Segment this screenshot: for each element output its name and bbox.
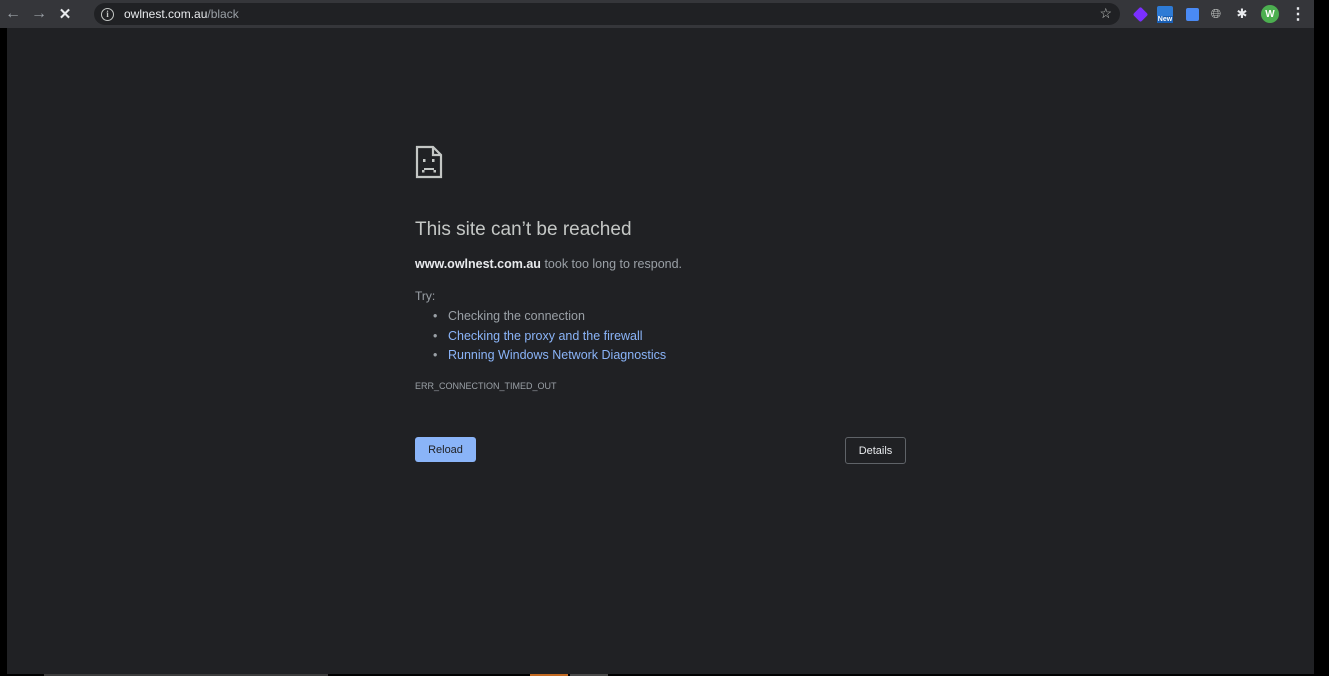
error-host: www.owlnest.com.au	[415, 257, 541, 271]
close-icon: ✕	[58, 6, 72, 23]
reload-button[interactable]: Reload	[415, 437, 476, 462]
suggestion-check-connection: Checking the connection	[431, 308, 666, 328]
suggestion-proxy-firewall-link[interactable]: Checking the proxy and the firewall	[431, 328, 666, 348]
suggestions-list: Checking the connection Checking the pro…	[431, 308, 666, 367]
error-code: ERR_CONNECTION_TIMED_OUT	[415, 381, 557, 391]
details-button[interactable]: Details	[845, 437, 906, 464]
try-label: Try:	[415, 289, 436, 303]
error-description: www.owlnest.com.au took too long to resp…	[415, 257, 682, 271]
url-path: /black	[207, 7, 239, 21]
translate-extension-icon[interactable]	[1182, 0, 1202, 28]
stop-loading-button[interactable]: ✕	[52, 0, 78, 28]
url-text[interactable]: owlnest.com.au/black	[124, 7, 239, 21]
sad-page-icon	[415, 145, 443, 179]
kebab-menu-icon[interactable]: ⋮	[1288, 0, 1308, 28]
error-message: took too long to respond.	[544, 257, 683, 271]
forward-button[interactable]: →	[26, 0, 52, 28]
new-badge: New	[1157, 16, 1173, 23]
star-icon[interactable]: ☆	[1099, 5, 1112, 22]
arrow-left-icon: ←	[5, 5, 21, 22]
info-icon[interactable]: i	[101, 7, 114, 21]
address-bar[interactable]: i owlnest.com.au/black ☆	[94, 3, 1120, 25]
profile-avatar[interactable]: W	[1261, 5, 1279, 23]
new-extension-icon[interactable]: New	[1155, 0, 1175, 28]
browser-toolbar: ← → ✕ i owlnest.com.au/black ☆ New 🌐︎ ✱ …	[0, 0, 1314, 28]
back-button[interactable]: ←	[0, 0, 26, 28]
arrow-right-icon: →	[31, 5, 47, 22]
page-content: This site can’t be reached www.owlnest.c…	[7, 28, 1314, 676]
puzzle-icon[interactable]: ✱	[1232, 0, 1252, 28]
purple-extension-icon[interactable]	[1130, 0, 1150, 28]
url-host: owlnest.com.au	[124, 7, 208, 21]
suggestion-network-diagnostics-link[interactable]: Running Windows Network Diagnostics	[431, 347, 666, 367]
globe-icon[interactable]: 🌐︎	[1206, 0, 1226, 28]
error-title: This site can’t be reached	[415, 219, 632, 240]
